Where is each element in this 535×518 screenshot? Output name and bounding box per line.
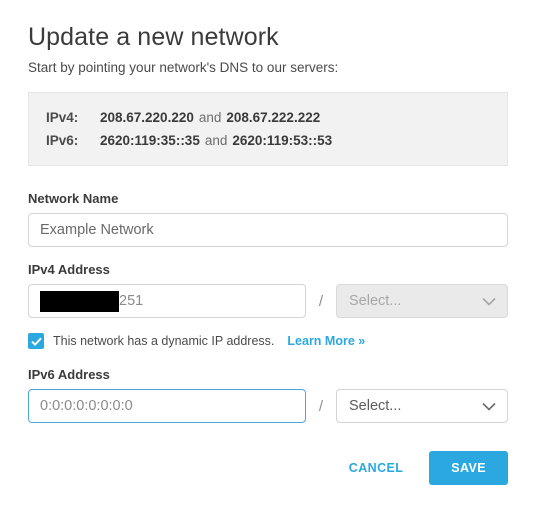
dns-row-ipv4: IPv4: 208.67.220.220 and 208.67.222.222 <box>46 106 507 129</box>
dns-label-ipv6: IPv6: <box>46 133 79 148</box>
ipv6-label: IPv6 Address <box>28 367 110 382</box>
network-name-label: Network Name <box>28 191 119 206</box>
page-title: Update a new network <box>28 23 279 51</box>
ipv6-placeholder: 0:0:0:0:0:0:0:0 <box>40 398 133 414</box>
dynamic-ip-checkbox[interactable] <box>28 333 44 349</box>
save-button[interactable]: SAVE <box>429 451 508 485</box>
ipv4-field-group: IPv4 Address 251 / Select... <box>28 262 508 318</box>
ipv6-prefix-select[interactable]: Select... <box>336 389 508 423</box>
ipv4-label: IPv4 Address <box>28 262 110 277</box>
network-name-value: Example Network <box>40 222 154 238</box>
network-name-input[interactable]: Example Network <box>28 213 508 247</box>
dns-conjunction-ipv6: and <box>204 133 228 148</box>
dns-info-box: IPv4: 208.67.220.220 and 208.67.222.222 … <box>28 92 508 166</box>
ipv6-prefix-separator: / <box>318 397 324 415</box>
chevron-down-icon <box>482 297 496 306</box>
check-icon <box>30 337 42 346</box>
dns-primary-ipv4: 208.67.220.220 <box>100 110 194 125</box>
ipv4-prefix-separator: / <box>318 292 324 310</box>
ipv4-address-input[interactable]: 251 <box>28 284 306 318</box>
dynamic-ip-row: This network has a dynamic IP address. L… <box>28 333 508 349</box>
ipv4-prefix-select[interactable]: Select... <box>336 284 508 318</box>
ipv6-field-group: IPv6 Address 0:0:0:0:0:0:0:0 / Select... <box>28 367 508 423</box>
dns-secondary-ipv6: 2620:119:53::53 <box>232 133 333 148</box>
form-actions: CANCEL SAVE <box>28 451 508 485</box>
ipv6-prefix-select-value: Select... <box>349 398 402 414</box>
dynamic-ip-label: This network has a dynamic IP address. <box>53 334 275 348</box>
ipv4-row: 251 / Select... <box>28 284 508 318</box>
update-network-panel: Update a new network Start by pointing y… <box>0 0 535 518</box>
redaction-bar <box>40 290 119 312</box>
dns-primary-ipv6: 2620:119:35::35 <box>100 133 200 148</box>
dns-row-ipv6: IPv6: 2620:119:35::35 and 2620:119:53::5… <box>46 129 507 152</box>
ipv6-address-input[interactable]: 0:0:0:0:0:0:0:0 <box>28 389 306 423</box>
dns-secondary-ipv4: 208.67.222.222 <box>226 110 321 125</box>
learn-more-link[interactable]: Learn More » <box>287 334 365 348</box>
page-subtitle: Start by pointing your network's DNS to … <box>28 60 339 75</box>
dns-label-ipv4: IPv4: <box>46 110 79 125</box>
ipv4-prefix-select-value: Select... <box>349 293 402 309</box>
ipv6-row: 0:0:0:0:0:0:0:0 / Select... <box>28 389 508 423</box>
network-name-field-group: Network Name Example Network <box>28 191 508 247</box>
ipv4-visible-value: 251 <box>119 293 144 309</box>
chevron-down-icon <box>482 402 496 411</box>
dns-conjunction-ipv4: and <box>198 110 222 125</box>
cancel-button[interactable]: CANCEL <box>339 453 413 483</box>
